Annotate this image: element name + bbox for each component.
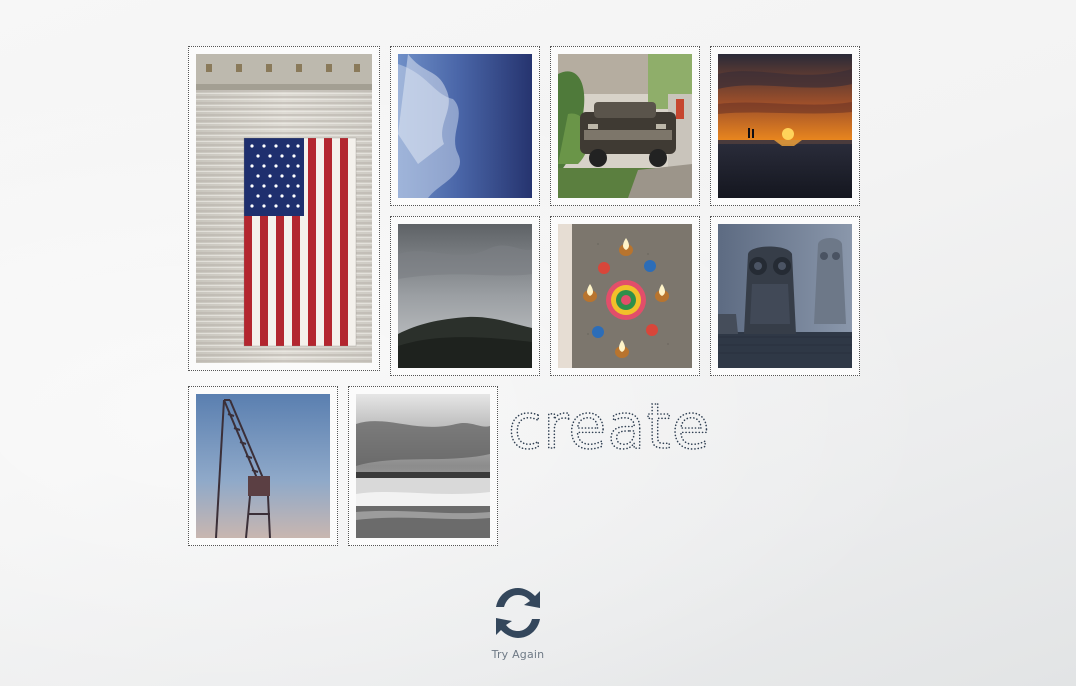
photo-tile-sky[interactable] — [390, 46, 540, 206]
try-again-button[interactable]: Try Again — [480, 582, 556, 670]
create-heading: create — [506, 392, 716, 462]
photo-rangoli — [558, 224, 692, 368]
photo-tile-hill[interactable] — [390, 216, 540, 376]
photo-flag — [196, 54, 372, 363]
photo-car — [558, 54, 692, 198]
photo-tile-crane[interactable] — [188, 386, 338, 546]
photo-beach — [356, 394, 490, 538]
photo-owl — [718, 224, 852, 368]
photo-tile-beach[interactable] — [348, 386, 498, 546]
refresh-icon — [496, 588, 540, 638]
photo-crane — [196, 394, 330, 538]
photo-sky — [398, 54, 532, 198]
photo-sunset — [718, 54, 852, 198]
photo-tile-sunset[interactable] — [710, 46, 860, 206]
create-heading-text: create — [508, 392, 711, 462]
photo-tile-flag[interactable] — [188, 46, 380, 371]
photo-tile-car[interactable] — [550, 46, 700, 206]
photo-tile-rangoli[interactable] — [550, 216, 700, 376]
photo-tile-owl[interactable] — [710, 216, 860, 376]
photo-hill — [398, 224, 532, 368]
try-again-label: Try Again — [491, 648, 545, 661]
